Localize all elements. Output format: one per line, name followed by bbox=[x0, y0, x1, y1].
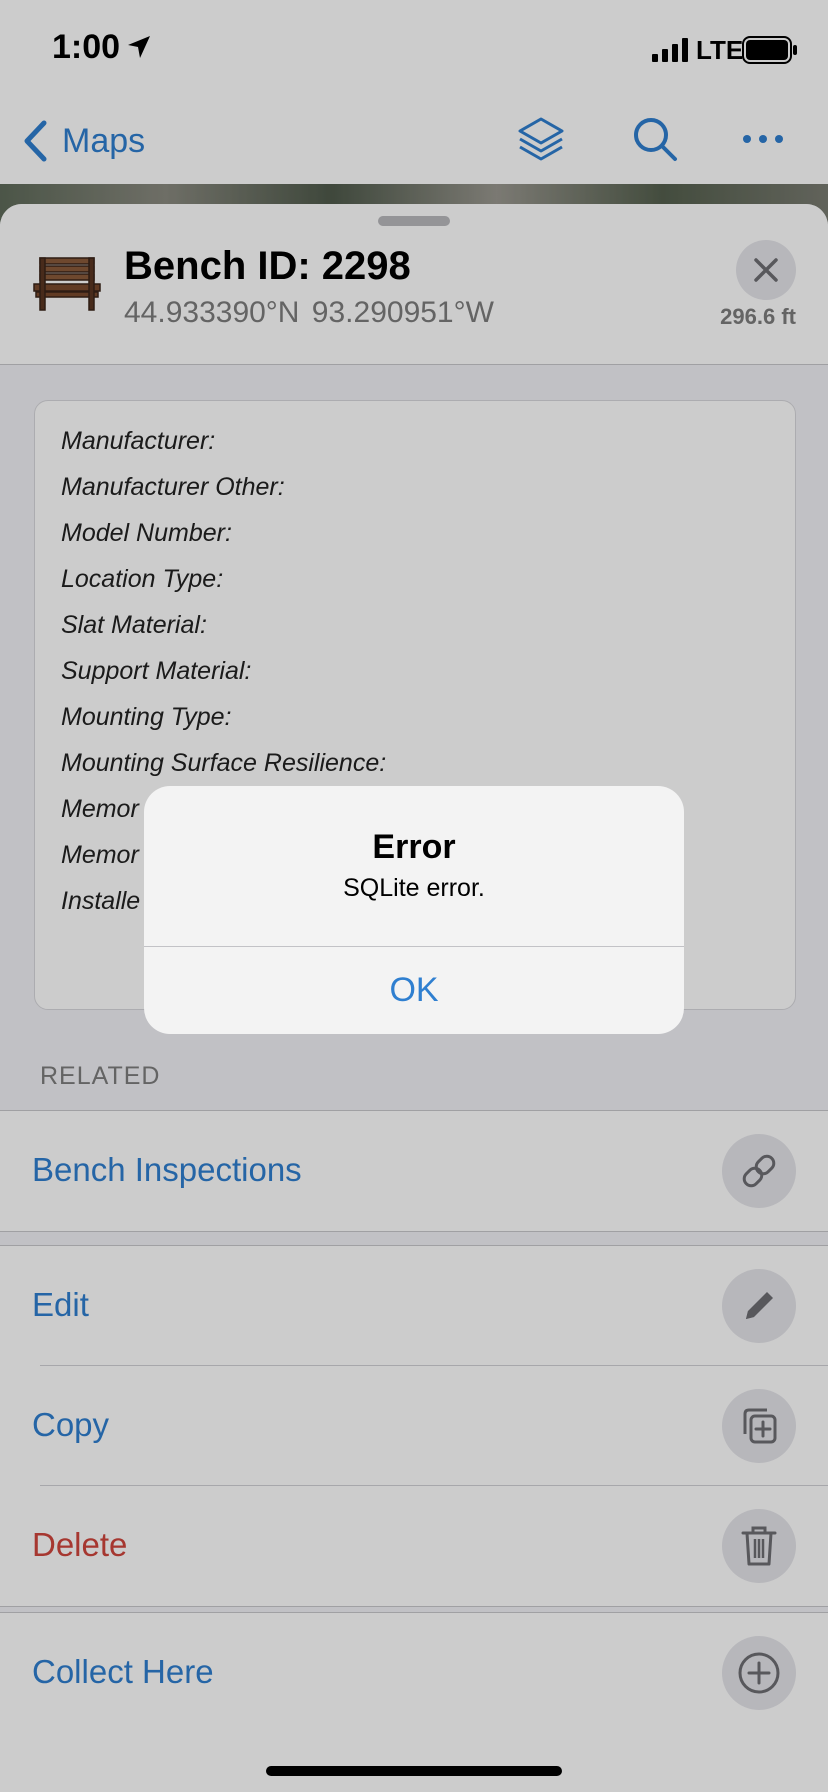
alert-message: SQLite error. bbox=[343, 874, 485, 902]
error-alert: Error SQLite error. OK bbox=[144, 786, 684, 1034]
alert-ok-button[interactable]: OK bbox=[144, 947, 684, 1034]
home-indicator[interactable] bbox=[266, 1766, 562, 1776]
alert-title: Error bbox=[372, 828, 456, 866]
